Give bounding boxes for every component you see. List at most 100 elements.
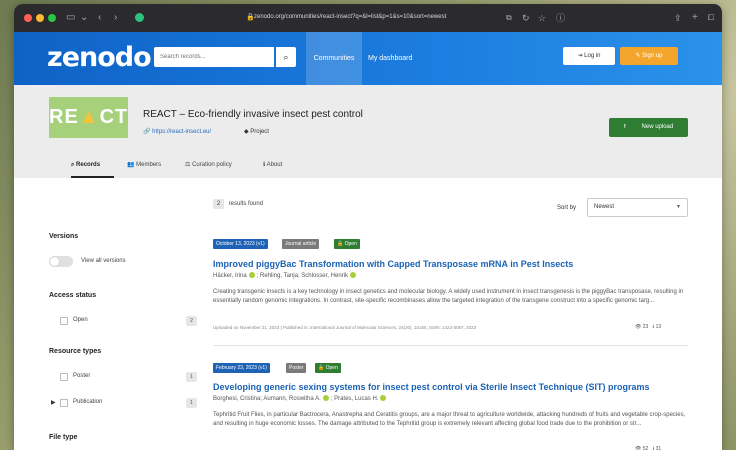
record-description: Tephritid Fruit Flies, in particular Bac… (213, 412, 686, 427)
signup-button[interactable]: ✎ Sign up (620, 47, 678, 65)
record-stats: 👁 23 ⭳ 13 (635, 324, 661, 332)
share-icon[interactable]: ⇪ (674, 11, 682, 25)
unlock-icon: 🔓 (318, 365, 325, 371)
members-icon: 👥 (127, 162, 135, 168)
record-views: 52 (642, 446, 649, 450)
facet-versions-title: Versions (49, 233, 79, 240)
access-open-checkbox[interactable] (60, 317, 68, 325)
resource-publication-count: 1 (186, 398, 197, 408)
facet-resource-types-title: Resource types (49, 348, 102, 355)
record-author[interactable]: Schlosser, Henrik (301, 273, 348, 279)
upload-icon: ⭱ (623, 124, 626, 130)
view-all-versions-toggle[interactable] (49, 256, 73, 267)
chevron-right-icon[interactable]: ▶ (51, 399, 56, 406)
record-access-label: Open (344, 241, 357, 247)
community-logo-text-left: RE (49, 106, 79, 128)
tab-members[interactable]: 👥 Members (127, 157, 161, 178)
record-views: 23 (642, 324, 649, 330)
resource-poster-checkbox[interactable] (60, 373, 68, 381)
nav-communities[interactable]: Communities (306, 32, 362, 85)
record-access-badge: 🔓 Open (334, 239, 360, 249)
signup-label: Sign up (642, 53, 663, 59)
chevron-down-icon: ▼ (676, 204, 681, 210)
record-divider (213, 345, 688, 346)
orcid-icon[interactable] (349, 272, 356, 278)
record-downloads: 13 (655, 324, 662, 330)
record-author[interactable]: Borghesi, Cristina (213, 396, 260, 402)
search-icon: ⌕ (283, 52, 289, 62)
info-icon: ℹ (263, 162, 266, 168)
community-type: ◆ Project (244, 128, 269, 135)
nav-my-dashboard[interactable]: My dashboard (368, 32, 412, 85)
community-website-link[interactable]: 🔗 https://react-insect.eu/ (143, 128, 211, 135)
record-downloads: 31 (655, 446, 662, 450)
link-icon: 🔗 (143, 129, 151, 135)
record-type-badge[interactable]: Journal article (282, 239, 320, 249)
community-title: REACT – Eco-friendly invasive insect pes… (143, 109, 363, 120)
search-button[interactable]: ⌕ (276, 47, 296, 67)
community-type-label: Project (250, 129, 269, 135)
facet-file-type-title: File type (49, 434, 78, 441)
record-author[interactable]: Rehling, Tanja (260, 273, 298, 279)
chevron-down-icon[interactable]: ⌄ (80, 11, 88, 25)
tab-favicon-icon (135, 13, 144, 22)
resource-poster-label: Poster (73, 373, 91, 379)
record-title-link[interactable]: Improved piggyBac Transformation with Ca… (213, 259, 573, 269)
tab-members-label: Members (136, 162, 162, 168)
sort-select[interactable]: Newest ▼ (587, 198, 688, 217)
info-icon[interactable]: ⓘ (556, 11, 565, 25)
sidebar-toggle-icon[interactable]: ▭ (66, 11, 75, 25)
record-title-link[interactable]: Developing generic sexing systems for in… (213, 382, 649, 392)
record-author[interactable]: Aumann, Roswitha A. (263, 396, 320, 402)
resource-publication-label: Publication (73, 399, 103, 405)
new-upload-button[interactable]: ⭱ New upload (609, 118, 688, 137)
tag-icon: ◆ (244, 129, 249, 135)
address-bar[interactable]: zenodo.org/communities/react-insect?q=&l… (254, 14, 446, 20)
eye-icon: 👁 (635, 446, 642, 450)
back-icon[interactable]: ‹ (98, 11, 101, 25)
close-window-button[interactable] (24, 14, 32, 22)
minimize-window-button[interactable] (36, 14, 44, 22)
record-author[interactable]: Häcker, Irina (213, 273, 247, 279)
results-count-label: results found (228, 201, 264, 207)
eye-icon: 👁 (635, 324, 642, 330)
browser-window: ▭ ⌄ ‹ › 🔒 zenodo.org/communities/react-i… (14, 4, 722, 450)
zenodo-logo[interactable]: zenodo (47, 42, 152, 73)
reload-icon[interactable]: ↻ (522, 11, 530, 25)
access-open-label: Open (73, 317, 88, 323)
tab-about[interactable]: ℹ About (263, 157, 282, 178)
tab-overview-icon[interactable]: ⧠ (708, 11, 714, 25)
resource-publication-checkbox[interactable] (60, 399, 68, 407)
orcid-icon[interactable] (380, 395, 387, 401)
translate-icon[interactable]: ⧉ (506, 11, 512, 25)
facet-access-status-title: Access status (49, 292, 97, 299)
results-count: 2 results found (213, 199, 263, 209)
sort-label: Sort by (557, 205, 577, 211)
login-icon: ⇥ (577, 53, 583, 59)
view-all-versions-label: View all versions (81, 258, 126, 264)
orcid-icon[interactable] (248, 272, 255, 278)
curation-icon: ⚖ (185, 162, 191, 168)
unlock-icon: 🔓 (337, 241, 344, 247)
tab-curation-policy[interactable]: ⚖ Curation policy (185, 157, 232, 178)
community-logo[interactable]: RE▲CT (49, 97, 128, 138)
maximize-window-button[interactable] (48, 14, 56, 22)
download-icon: ⭳ (652, 446, 655, 450)
search-input[interactable] (154, 47, 274, 67)
star-icon[interactable]: ☆ (538, 11, 546, 25)
tab-about-label: About (266, 162, 283, 168)
site-header: zenodo ⌕ Communities My dashboard ⇥ Log … (14, 32, 722, 85)
tab-records[interactable]: ⌕ Records (71, 157, 114, 178)
new-tab-icon[interactable]: + (692, 11, 698, 25)
tab-records-label: Records (76, 162, 101, 168)
orcid-icon[interactable] (322, 395, 329, 401)
record-access-badge: 🔓 Open (315, 363, 341, 373)
record-type-badge[interactable]: Poster (286, 363, 307, 373)
record-author[interactable]: Prates, Lucas H. (334, 396, 378, 402)
login-button[interactable]: ⇥ Log in (563, 47, 615, 65)
tab-curation-label: Curation policy (192, 162, 232, 168)
forward-icon[interactable]: › (114, 11, 117, 25)
new-upload-label: New upload (641, 124, 674, 130)
community-website-label: https://react-insect.eu/ (152, 129, 212, 135)
record-meta: Uploaded on November 21, 2023 | Publishe… (213, 325, 477, 330)
